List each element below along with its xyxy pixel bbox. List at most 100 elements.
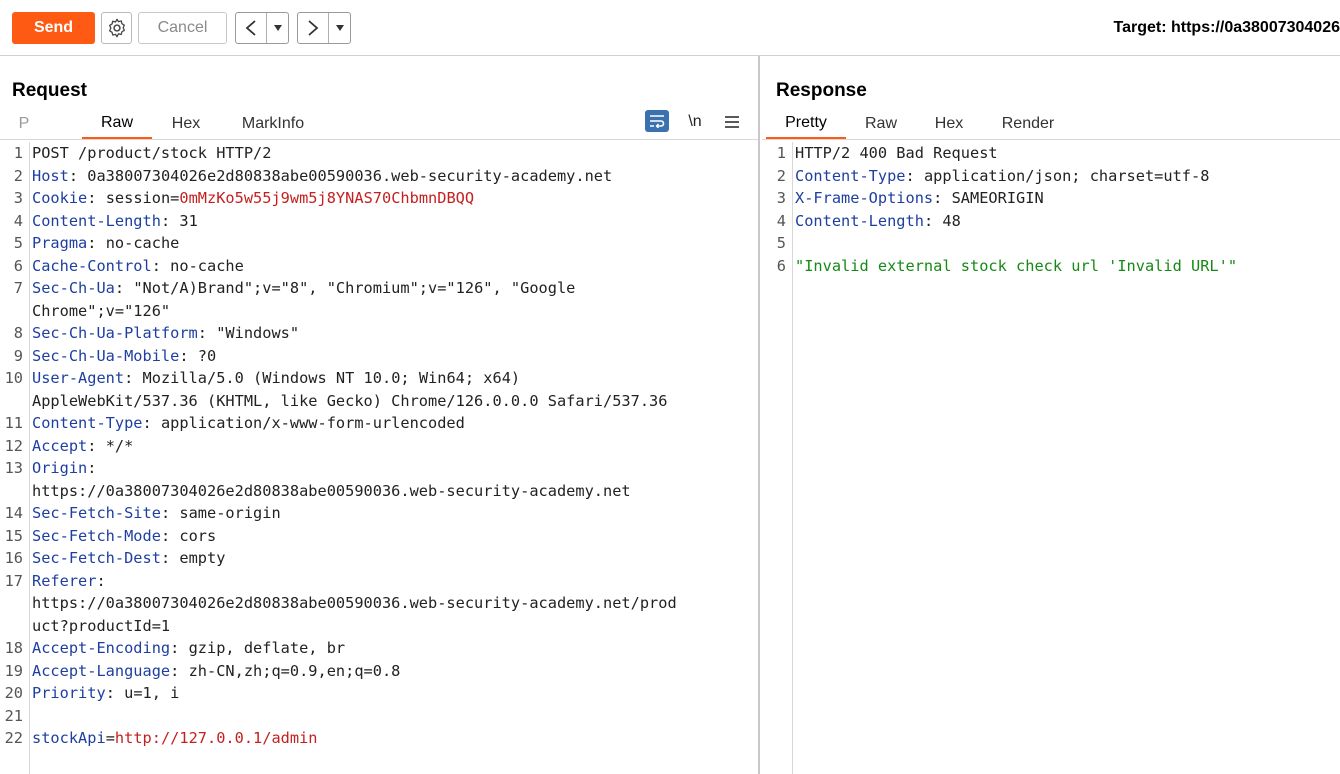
- separator: :: [151, 256, 171, 275]
- header-value: SAMEORIGIN: [951, 189, 1044, 207]
- cancel-button[interactable]: Cancel: [138, 12, 227, 44]
- header-value: empty: [179, 549, 226, 567]
- line-number: 22: [4, 729, 23, 747]
- header-value: 0a38007304026e2d80838abe00590036.web-sec…: [87, 166, 613, 185]
- tab-hex[interactable]: Hex: [160, 108, 212, 139]
- line-content: Accept-Language: zh-CN,zh;q=0.9,en;q=0.8: [32, 660, 400, 683]
- header-name: Sec-Fetch-Site: [32, 504, 161, 522]
- response-editor[interactable]: 1 HTTP/2 400 Bad Request 2 Content-Type: ap…: [762, 142, 1340, 774]
- request-tabs: P Raw Hex MarkInfo \n: [0, 108, 758, 140]
- line-number: 8: [13, 324, 23, 342]
- separator: :: [87, 189, 106, 207]
- line-number: 16: [4, 549, 23, 567]
- tab-raw[interactable]: Raw: [856, 108, 906, 139]
- toolbar: Send Cancel Target: https://0a3800730402…: [0, 0, 1340, 56]
- tab-raw[interactable]: Raw: [82, 108, 152, 139]
- forward-nav-group: [297, 12, 351, 44]
- line-content: Accept: */*: [32, 435, 133, 458]
- chevron-right-icon[interactable]: [298, 13, 328, 43]
- header-value: "Windows": [216, 324, 300, 342]
- line-number: 9: [13, 346, 23, 365]
- header-name: Sec-Fetch-Dest: [32, 549, 161, 567]
- request-editor[interactable]: 1 POST /product/stock HTTP/2 2 Host: 0a3800…: [0, 142, 758, 774]
- header-value: session=: [105, 189, 180, 207]
- show-newlines-toggle[interactable]: \n: [683, 108, 707, 136]
- header-name: Content-Length: [795, 211, 924, 230]
- settings-button[interactable]: [101, 12, 132, 44]
- line-number: 12: [4, 436, 23, 455]
- header-name: Content-Type: [795, 166, 906, 185]
- line-content: Sec-Ch-Ua: "Not/A)Brand";v="8", "Chromiu…: [32, 277, 575, 300]
- header-name: Content-Length: [32, 211, 161, 230]
- header-name: Sec-Ch-Ua: [32, 279, 115, 297]
- separator: :: [96, 571, 106, 590]
- chevron-left-icon[interactable]: [236, 13, 266, 43]
- line-content: POST /product/stock HTTP/2: [32, 142, 271, 165]
- header-value: u=1, i: [124, 684, 180, 702]
- header-value: Chrome";v="126": [32, 301, 171, 320]
- line-content: Content-Length: 48: [795, 210, 961, 233]
- separator: :: [124, 369, 143, 387]
- request-panel: Request P Raw Hex MarkInfo \n 1 POST /pro…: [0, 56, 760, 774]
- header-value: Mozilla/5.0 (Windows NT 10.0; Win64; x64…: [142, 369, 521, 387]
- line-content: X-Frame-Options: SAMEORIGIN: [795, 187, 1044, 210]
- header-value: ?0: [197, 346, 217, 365]
- header-name: Content-Type: [32, 414, 143, 432]
- request-title: Request: [12, 80, 87, 101]
- response-panel: Response Pretty Raw Hex Render 1 HTTP/2 4…: [762, 56, 1340, 774]
- header-value: 31: [179, 211, 198, 230]
- header-value: same-origin: [179, 504, 281, 522]
- line-content: Content-Type: application/json; charset=…: [795, 165, 1209, 188]
- separator: :: [197, 324, 217, 342]
- separator: :: [933, 189, 952, 207]
- wrap-lines-icon: [650, 115, 665, 128]
- line-content: AppleWebKit/537.36 (KHTML, like Gecko) C…: [32, 390, 667, 413]
- line-content: https://0a38007304026e2d80838abe00590036…: [32, 480, 631, 503]
- header-name: Sec-Ch-Ua-Platform: [32, 324, 198, 342]
- header-name: Sec-Ch-Ua-Mobile: [32, 346, 180, 365]
- line-content: Sec-Ch-Ua-Platform: "Windows": [32, 322, 299, 345]
- separator: :: [114, 279, 134, 297]
- tab-hex[interactable]: Hex: [926, 108, 972, 139]
- separator: :: [68, 166, 88, 185]
- forward-history-dropdown[interactable]: [328, 13, 350, 43]
- response-title: Response: [776, 80, 867, 101]
- line-content: Cache-Control: no-cache: [32, 255, 244, 278]
- line-number: 4: [776, 211, 786, 230]
- header-value: AppleWebKit/537.36 (KHTML, like Gecko) C…: [32, 391, 668, 410]
- back-nav-group: [235, 12, 289, 44]
- gear-icon: [108, 18, 125, 38]
- tab-render[interactable]: Render: [994, 108, 1062, 139]
- line-content: User-Agent: Mozilla/5.0 (Windows NT 10.0…: [32, 367, 520, 390]
- header-value: HTTP/2 400 Bad Request: [795, 144, 998, 162]
- line-content: Host: 0a38007304026e2d80838abe00590036.w…: [32, 165, 612, 188]
- header-name: User-Agent: [32, 369, 125, 387]
- line-number: 5: [13, 234, 23, 252]
- line-content: Accept-Encoding: gzip, deflate, br: [32, 637, 345, 660]
- response-tabs: Pretty Raw Hex Render: [762, 108, 1340, 140]
- line-number: 20: [4, 684, 23, 702]
- menu-icon[interactable]: [722, 108, 742, 136]
- line-content: uct?productId=1: [32, 615, 170, 638]
- line-number: 2: [776, 166, 786, 185]
- tab-pretty-truncated[interactable]: P: [10, 108, 38, 139]
- back-history-dropdown[interactable]: [266, 13, 288, 43]
- tab-pretty[interactable]: Pretty: [766, 108, 846, 139]
- line-content: Chrome";v="126": [32, 300, 170, 323]
- line-number: 1: [776, 144, 786, 162]
- tab-markinfo[interactable]: MarkInfo: [226, 108, 320, 139]
- header-value: 48: [942, 211, 961, 230]
- line-content: HTTP/2 400 Bad Request: [795, 142, 998, 165]
- word-wrap-toggle[interactable]: [645, 110, 669, 132]
- header-value: no-cache: [105, 234, 180, 252]
- header-name: Origin: [32, 459, 88, 477]
- line-content: Sec-Fetch-Mode: cors: [32, 525, 216, 548]
- separator: :: [142, 414, 161, 432]
- line-number: 6: [776, 256, 786, 275]
- separator: :: [170, 661, 189, 680]
- send-button[interactable]: Send: [12, 12, 95, 44]
- separator: :: [105, 684, 125, 702]
- line-number: 4: [13, 211, 23, 230]
- target-label[interactable]: Target: https://0a38007304026: [1114, 19, 1340, 37]
- header-name: Pragma: [32, 234, 88, 252]
